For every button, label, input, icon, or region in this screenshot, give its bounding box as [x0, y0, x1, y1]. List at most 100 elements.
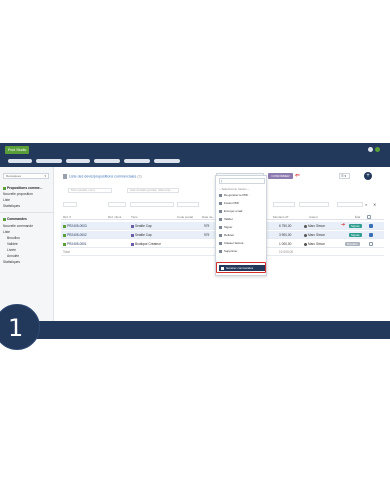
chevron-down-icon: ▾	[44, 174, 46, 178]
search-icon[interactable]: ⌕	[365, 202, 367, 207]
option-delete[interactable]: Supprimer	[219, 248, 265, 254]
tiers-filter[interactable]: Tiers (société, nom)...	[68, 188, 112, 193]
filter-client-ref[interactable]	[108, 202, 126, 207]
sidebar-section-orders[interactable]: Commandes	[3, 217, 27, 221]
document-icon	[63, 174, 67, 179]
sidebar-item-validated[interactable]: Validée	[7, 242, 18, 246]
sidebar-item-order-stats[interactable]: Statistiques	[3, 260, 20, 264]
sidebar-section-propositions[interactable]: Propositions comme...	[3, 186, 42, 190]
top-menu-item-2[interactable]	[36, 159, 62, 163]
row-tiers[interactable]: Seattle Cap	[131, 233, 152, 237]
company-icon	[131, 224, 134, 228]
row-ref[interactable]: PR2405-0003	[63, 224, 87, 228]
option-send-email[interactable]: Envoyer email	[219, 208, 265, 214]
sidebar-item-proposal-list[interactable]: Liste	[3, 198, 10, 202]
col-amount[interactable]: Montant HT	[273, 215, 289, 219]
pdf-icon	[219, 193, 222, 197]
sidebar-select[interactable]: Remarques ▾	[3, 173, 49, 179]
sidebar-item-new-order[interactable]: Nouvelle commande	[3, 224, 33, 228]
filter-author[interactable]	[299, 202, 329, 207]
status-badge: Brouillon	[345, 241, 360, 246]
row-postal: 979	[204, 233, 210, 237]
row-checkbox[interactable]	[369, 233, 373, 237]
row-checkbox[interactable]	[369, 242, 373, 246]
total-label: Total	[63, 250, 70, 254]
col-ref[interactable]: Réf. ▾	[63, 215, 71, 219]
screenshot-stage: Pool Studio Remarques ▾ Propositions comm…	[0, 0, 390, 484]
dropdown-placeholder: -- Sélectionner l'action --	[219, 187, 250, 191]
mass-action-dropdown: | -- Sélectionner l'action -- Re-générer…	[215, 175, 267, 276]
proposal-icon	[63, 224, 66, 228]
row-amount: 3 900,00	[279, 233, 292, 237]
top-menu-item-4[interactable]	[94, 159, 120, 163]
email-icon	[219, 209, 222, 213]
sidebar-item-draft[interactable]: Brouillon	[7, 236, 20, 240]
proposal-icon	[3, 186, 6, 190]
row-ref[interactable]: PR2405-0002	[63, 233, 87, 237]
status-badge: Signée	[349, 232, 362, 237]
option-merge-pdf[interactable]: Fusion PDF	[219, 200, 265, 206]
filter-postal[interactable]	[177, 202, 199, 207]
pdf-icon	[219, 201, 222, 205]
row-author[interactable]: Marc Simon	[304, 233, 325, 237]
sidebar-item-proposal-stats[interactable]: Statistiques	[3, 204, 20, 208]
option-classify-billed[interactable]: Classer facturé	[219, 240, 265, 246]
row-amount: 1 000,00	[279, 242, 292, 246]
entity-filter[interactable]: Liste d'entités (société, référence)...	[127, 188, 179, 193]
sign-icon	[219, 225, 222, 229]
close-icon[interactable]: ✕	[373, 202, 376, 207]
row-tiers[interactable]: Boutique Créateur	[131, 242, 161, 246]
status-badge: Signée	[349, 223, 362, 228]
sidebar-item-new-proposal[interactable]: Nouvelle proposition	[3, 192, 33, 196]
selected-option-highlight	[216, 262, 266, 273]
row-author[interactable]: Marc Simon	[304, 242, 325, 246]
col-status[interactable]: État	[355, 215, 360, 219]
check-icon	[219, 217, 222, 221]
row-checkbox[interactable]	[369, 224, 373, 228]
confirm-button[interactable]: CONFIRMER	[268, 173, 293, 179]
option-regenerate-pdf[interactable]: Re-générer le PDF	[219, 192, 265, 198]
filter-status[interactable]	[337, 202, 363, 207]
row-postal: 979	[204, 224, 210, 228]
user-avatar-icon[interactable]	[375, 147, 380, 152]
top-menu-item-1[interactable]	[8, 159, 32, 163]
proposal-icon	[63, 233, 66, 237]
filter-ref[interactable]	[63, 202, 77, 207]
sidebar-divider	[0, 212, 54, 213]
proposal-icon	[63, 242, 66, 246]
top-menu-item-6[interactable]	[154, 159, 180, 163]
company-icon	[131, 242, 134, 246]
top-menu-item-5[interactable]	[124, 159, 150, 163]
left-sidebar: Remarques ▾ Propositions comme... Nouvell…	[0, 167, 54, 321]
select-all-checkbox[interactable]	[367, 215, 371, 219]
row-tiers[interactable]: Seattle Cap	[131, 224, 152, 228]
dropdown-search-input[interactable]: |	[219, 178, 265, 184]
option-refuse[interactable]: Refuser	[219, 232, 265, 238]
option-sign[interactable]: Signer	[219, 224, 265, 230]
row-ref[interactable]: PR2405-0001	[63, 242, 87, 246]
user-icon	[304, 233, 307, 237]
sidebar-item-cancelled[interactable]: Annulée	[7, 254, 19, 258]
view-mode-select[interactable]: ☰ ▾	[339, 173, 350, 179]
filter-tiers[interactable]	[130, 202, 174, 207]
col-author[interactable]: Auteur	[309, 215, 318, 219]
col-client-ref[interactable]: Réf. client	[108, 215, 121, 219]
add-button[interactable]: +	[364, 172, 372, 180]
page-title: Liste des devis/propositions commerciale…	[63, 174, 142, 179]
trash-icon	[219, 249, 222, 253]
col-postal[interactable]: Code postal	[177, 215, 193, 219]
filter-amount[interactable]	[273, 202, 295, 207]
col-date[interactable]: Date de...	[202, 215, 215, 219]
sidebar-item-order-list[interactable]: Liste	[3, 230, 10, 234]
row-author[interactable]: Marc Simon	[304, 224, 325, 228]
order-icon	[3, 217, 6, 221]
user-icon	[304, 224, 307, 228]
option-validate[interactable]: Valider	[219, 216, 265, 222]
status-dot-icon[interactable]	[368, 147, 373, 152]
col-tiers[interactable]: Tiers	[131, 215, 138, 219]
top-navbar: Pool Studio	[0, 143, 390, 167]
app-logo[interactable]: Pool Studio	[5, 146, 30, 154]
top-menu-item-3[interactable]	[66, 159, 90, 163]
step-number: 1	[8, 314, 24, 342]
sidebar-item-delivered[interactable]: Livrée	[7, 248, 16, 252]
